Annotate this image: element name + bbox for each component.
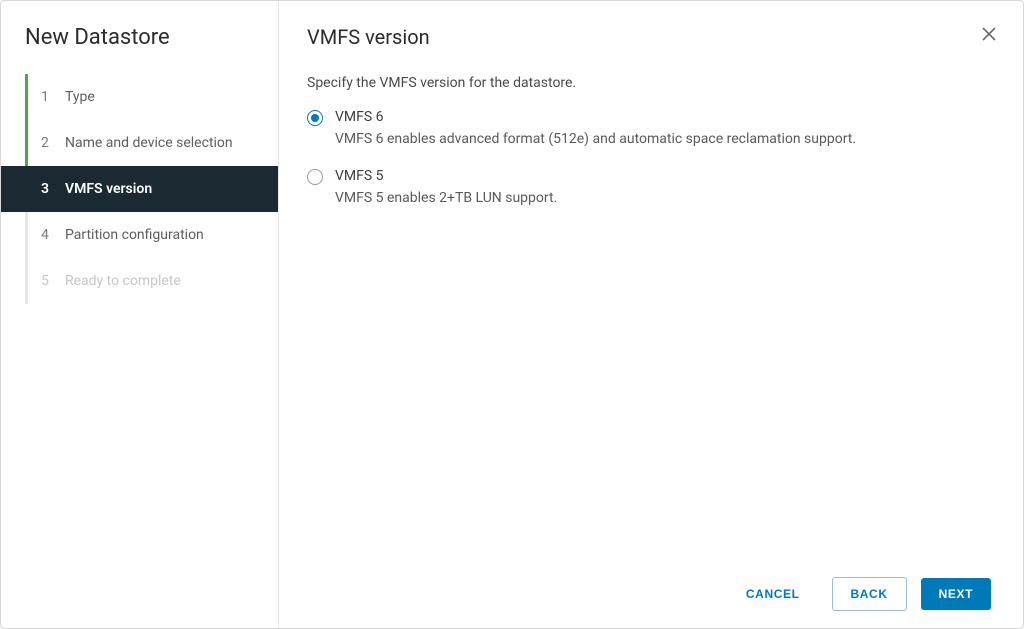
wizard-steps: 1 Type 2 Name and device selection 3 VMF…	[1, 74, 278, 304]
option-body: VMFS 5 VMFS 5 enables 2+TB LUN support.	[335, 168, 995, 209]
radio-vmfs6[interactable]	[307, 110, 323, 126]
wizard-step-vmfs-version[interactable]: 3 VMFS version	[1, 166, 278, 212]
wizard-main: VMFS version Specify the VMFS version fo…	[279, 1, 1023, 628]
option-description: VMFS 5 enables 2+TB LUN support.	[335, 188, 995, 209]
page-instruction: Specify the VMFS version for the datasto…	[307, 75, 995, 91]
step-label: Name and device selection	[61, 135, 233, 151]
step-label: VMFS version	[61, 181, 152, 197]
step-label: Partition configuration	[61, 227, 204, 243]
step-number: 2	[41, 135, 61, 151]
step-label: Type	[61, 89, 95, 105]
option-vmfs5: VMFS 5 VMFS 5 enables 2+TB LUN support.	[307, 168, 995, 209]
wizard-title: New Datastore	[1, 25, 278, 74]
close-button[interactable]	[979, 25, 999, 45]
page-title: VMFS version	[307, 25, 995, 49]
wizard-step-type[interactable]: 1 Type	[1, 74, 278, 120]
wizard-steps-container: 1 Type 2 Name and device selection 3 VMF…	[1, 74, 278, 628]
option-label[interactable]: VMFS 6	[335, 109, 995, 125]
option-description: VMFS 6 enables advanced format (512e) an…	[335, 129, 995, 150]
wizard-footer: CANCEL BACK NEXT	[307, 564, 995, 628]
step-number: 4	[41, 227, 61, 243]
radio-vmfs5[interactable]	[307, 169, 323, 185]
next-button[interactable]: NEXT	[921, 578, 991, 610]
wizard-sidebar: New Datastore 1 Type 2 Name and device s…	[1, 1, 279, 628]
step-number: 3	[41, 181, 61, 197]
close-icon	[982, 26, 996, 45]
option-vmfs6: VMFS 6 VMFS 6 enables advanced format (5…	[307, 109, 995, 150]
step-label: Ready to complete	[61, 273, 181, 289]
wizard-step-partition-config[interactable]: 4 Partition configuration	[1, 212, 278, 258]
step-number: 5	[41, 273, 61, 289]
step-number: 1	[41, 89, 61, 105]
cancel-button[interactable]: CANCEL	[728, 578, 818, 610]
dialog-body: New Datastore 1 Type 2 Name and device s…	[1, 1, 1023, 628]
option-body: VMFS 6 VMFS 6 enables advanced format (5…	[335, 109, 995, 150]
option-label[interactable]: VMFS 5	[335, 168, 995, 184]
wizard-step-name-device[interactable]: 2 Name and device selection	[1, 120, 278, 166]
wizard-step-ready-complete: 5 Ready to complete	[1, 258, 278, 304]
back-button[interactable]: BACK	[832, 577, 907, 611]
new-datastore-dialog: New Datastore 1 Type 2 Name and device s…	[0, 0, 1024, 629]
